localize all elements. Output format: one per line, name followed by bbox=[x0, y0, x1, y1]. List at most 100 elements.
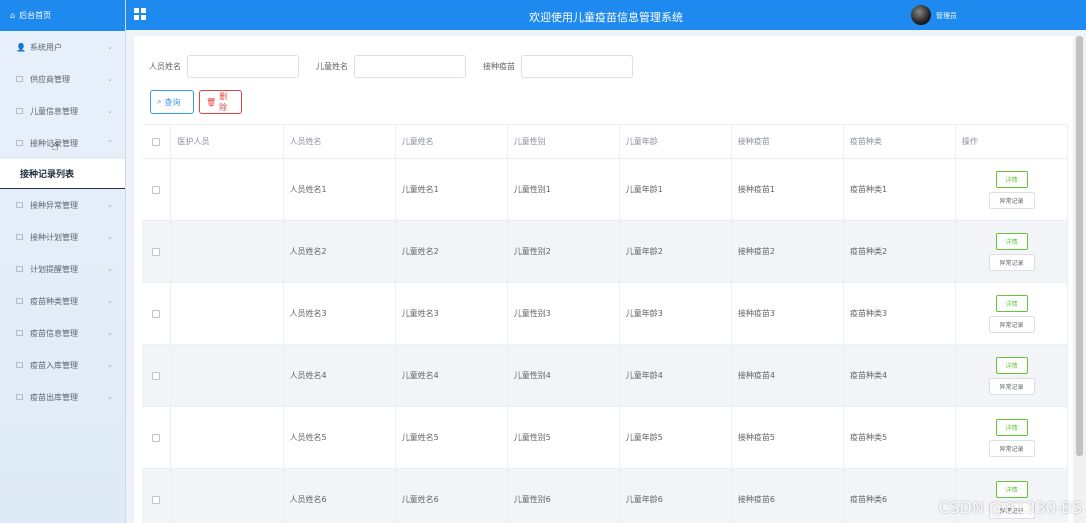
table-cell: 人员姓名5 bbox=[284, 407, 396, 468]
chevron-down-icon: ⌄ bbox=[107, 297, 113, 305]
sidebar-item[interactable]: ☐ 接种异常管理 ⌄ bbox=[0, 189, 125, 221]
doc-icon: ☐ bbox=[16, 296, 24, 306]
operation-cell: 详情 异常记录 bbox=[956, 345, 1068, 406]
row-checkbox[interactable] bbox=[152, 495, 161, 504]
row-checkbox-cell bbox=[142, 407, 172, 468]
sidebar-menu: 👤 系统用户 ⌄ ☐ 供应商管理 ⌄ ☐ 儿童信息管理 ⌄ ☐ 接种记录管理 ⌃ 接种记录列表 ☐ 接种异常… bbox=[0, 31, 125, 413]
vaccine-input[interactable] bbox=[521, 55, 633, 78]
staff-name-input[interactable] bbox=[187, 55, 299, 78]
table-cell: 接种疫苗3 bbox=[732, 283, 844, 344]
chevron-down-icon: ⌄ bbox=[107, 265, 113, 273]
abnormal-record-button[interactable]: 异常记录 bbox=[988, 439, 1035, 457]
table-cell bbox=[171, 407, 284, 468]
table-cell bbox=[171, 283, 284, 344]
abnormal-record-button[interactable]: 异常记录 bbox=[988, 191, 1035, 209]
sidebar-item[interactable]: ☐ 疫苗出库管理 ⌄ bbox=[0, 381, 125, 413]
row-checkbox[interactable] bbox=[152, 309, 161, 318]
sidebar-item[interactable]: ☐ 供应商管理 ⌄ bbox=[0, 63, 125, 95]
doc-icon: ☐ bbox=[16, 328, 24, 338]
doc-icon: ☐ bbox=[16, 232, 24, 242]
table-row: 人员姓名2 儿童姓名2 儿童性别2 儿童年龄2 接种疫苗2 疫苗种类2 详情 异常记录 bbox=[142, 221, 1068, 283]
table-cell: 儿童年龄4 bbox=[620, 345, 732, 406]
sidebar-item[interactable]: ☐ 接种计划管理 ⌄ bbox=[0, 221, 125, 253]
row-checkbox[interactable] bbox=[152, 247, 161, 256]
select-all-checkbox[interactable] bbox=[152, 137, 161, 146]
child-name-input[interactable] bbox=[354, 55, 466, 78]
chevron-down-icon: ⌄ bbox=[107, 75, 113, 83]
header-checkbox-cell bbox=[142, 125, 172, 158]
operation-cell: 详情 异常记录 bbox=[956, 221, 1068, 282]
detail-button[interactable]: 详情 bbox=[995, 480, 1028, 498]
table-cell bbox=[171, 469, 284, 523]
table-cell: 儿童年龄1 bbox=[620, 159, 732, 220]
table-cell: 接种疫苗5 bbox=[732, 407, 844, 468]
table-cell: 疫苗种类1 bbox=[844, 159, 957, 220]
sidebar-item[interactable]: ☐ 疫苗种类管理 ⌄ bbox=[0, 285, 125, 317]
top-bar: 欢迎使用儿童疫苗信息管理系统 管理员 bbox=[126, 0, 1086, 30]
sidebar-item[interactable]: ☐ 计划提醒管理 ⌄ bbox=[0, 253, 125, 285]
sidebar-item-label: 系统用户 bbox=[30, 42, 62, 52]
table-row: 人员姓名1 儿童姓名1 儿童性别1 儿童年龄1 接种疫苗1 疫苗种类1 详情 异常记录 bbox=[142, 159, 1068, 221]
table-cell bbox=[171, 221, 284, 282]
doc-icon: ☐ bbox=[16, 74, 24, 84]
search-bar: 人员姓名 儿童姓名 接种疫苗 bbox=[149, 55, 650, 78]
table-cell: 儿童性别3 bbox=[508, 283, 620, 344]
table-cell: 儿童性别1 bbox=[508, 159, 620, 220]
row-checkbox[interactable] bbox=[152, 371, 161, 380]
scrollbar-thumb[interactable] bbox=[1076, 36, 1083, 456]
sidebar-item[interactable]: ☐ 接种记录管理 ⌃ bbox=[0, 127, 125, 159]
sidebar: ⌂ 后台首页 👤 系统用户 ⌄ ☐ 供应商管理 ⌄ ☐ 儿童信息管理 ⌄ ☐ 接种记录管理 ⌃ 接种记录… bbox=[0, 0, 126, 523]
home-icon: ⌂ bbox=[10, 11, 16, 20]
table-header: 医护人员 人员姓名 儿童姓名 儿童性别 儿童年龄 接种疫苗 疫苗种类 操作 bbox=[142, 125, 1068, 159]
table-cell: 人员姓名3 bbox=[284, 283, 396, 344]
sidebar-item[interactable]: ☐ 儿童信息管理 ⌄ bbox=[0, 95, 125, 127]
detail-button[interactable]: 详情 bbox=[995, 232, 1028, 250]
trash-icon: 🗑 bbox=[206, 97, 217, 107]
row-checkbox[interactable] bbox=[152, 185, 161, 194]
header-cell: 操作 bbox=[956, 125, 1068, 158]
detail-button[interactable]: 详情 bbox=[995, 418, 1028, 436]
avatar[interactable] bbox=[911, 5, 931, 25]
table-row: 人员姓名4 儿童姓名4 儿童性别4 儿童年龄4 接种疫苗4 疫苗种类4 详情 异常记录 bbox=[142, 345, 1068, 407]
pointer-cursor-icon: ☝ bbox=[51, 139, 59, 154]
query-button-label: 查询 bbox=[164, 97, 181, 107]
table-cell: 儿童姓名1 bbox=[396, 159, 508, 220]
sidebar-home[interactable]: ⌂ 后台首页 bbox=[0, 0, 125, 31]
abnormal-record-button[interactable]: 异常记录 bbox=[988, 253, 1035, 271]
table-cell: 儿童年龄6 bbox=[620, 469, 732, 523]
detail-button[interactable]: 详情 bbox=[995, 170, 1028, 188]
sidebar-item[interactable]: ☐ 疫苗信息管理 ⌄ bbox=[0, 317, 125, 349]
page-scrollbar[interactable] bbox=[1073, 36, 1086, 523]
doc-icon: ☐ bbox=[16, 138, 24, 148]
sidebar-subitem-record-list[interactable]: 接种记录列表 bbox=[0, 159, 125, 189]
table-cell: 人员姓名1 bbox=[284, 159, 396, 220]
row-checkbox[interactable] bbox=[152, 433, 161, 442]
operation-cell: 详情 异常记录 bbox=[956, 159, 1068, 220]
chevron-up-icon: ⌃ bbox=[107, 139, 113, 147]
table-row: 人员姓名5 儿童姓名5 儿童性别5 儿童年龄5 接种疫苗5 疫苗种类5 详情 异常记录 bbox=[142, 407, 1068, 469]
table-cell: 接种疫苗4 bbox=[732, 345, 844, 406]
abnormal-record-button[interactable]: 异常记录 bbox=[988, 377, 1035, 395]
sidebar-item[interactable]: ☐ 疫苗入库管理 ⌄ bbox=[0, 349, 125, 381]
table-cell: 儿童性别4 bbox=[508, 345, 620, 406]
detail-button[interactable]: 详情 bbox=[995, 356, 1028, 374]
search-icon: ⌕ bbox=[157, 97, 162, 106]
user-name[interactable]: 管理员 bbox=[936, 11, 957, 21]
sidebar-item-label: 供应商管理 bbox=[30, 74, 70, 84]
query-button[interactable]: ⌕ 查询 bbox=[150, 90, 194, 114]
child-name-label: 儿童姓名 bbox=[316, 62, 348, 71]
delete-button-label: 删除 bbox=[219, 92, 228, 112]
table-cell: 疫苗种类5 bbox=[844, 407, 957, 468]
delete-button[interactable]: 🗑 删除 bbox=[199, 90, 242, 114]
sidebar-item[interactable]: 👤 系统用户 ⌄ bbox=[0, 31, 125, 63]
header-cell: 儿童性别 bbox=[508, 125, 620, 158]
user-icon: 👤 bbox=[16, 42, 26, 52]
row-checkbox-cell bbox=[142, 221, 172, 282]
header-cell: 医护人员 bbox=[171, 125, 284, 158]
abnormal-record-button[interactable]: 异常记录 bbox=[988, 315, 1035, 333]
detail-button[interactable]: 详情 bbox=[995, 294, 1028, 312]
table-cell: 疫苗种类4 bbox=[844, 345, 957, 406]
operation-cell: 详情 异常记录 bbox=[956, 283, 1068, 344]
table-cell: 疫苗种类2 bbox=[844, 221, 957, 282]
staff-name-label: 人员姓名 bbox=[149, 62, 181, 71]
